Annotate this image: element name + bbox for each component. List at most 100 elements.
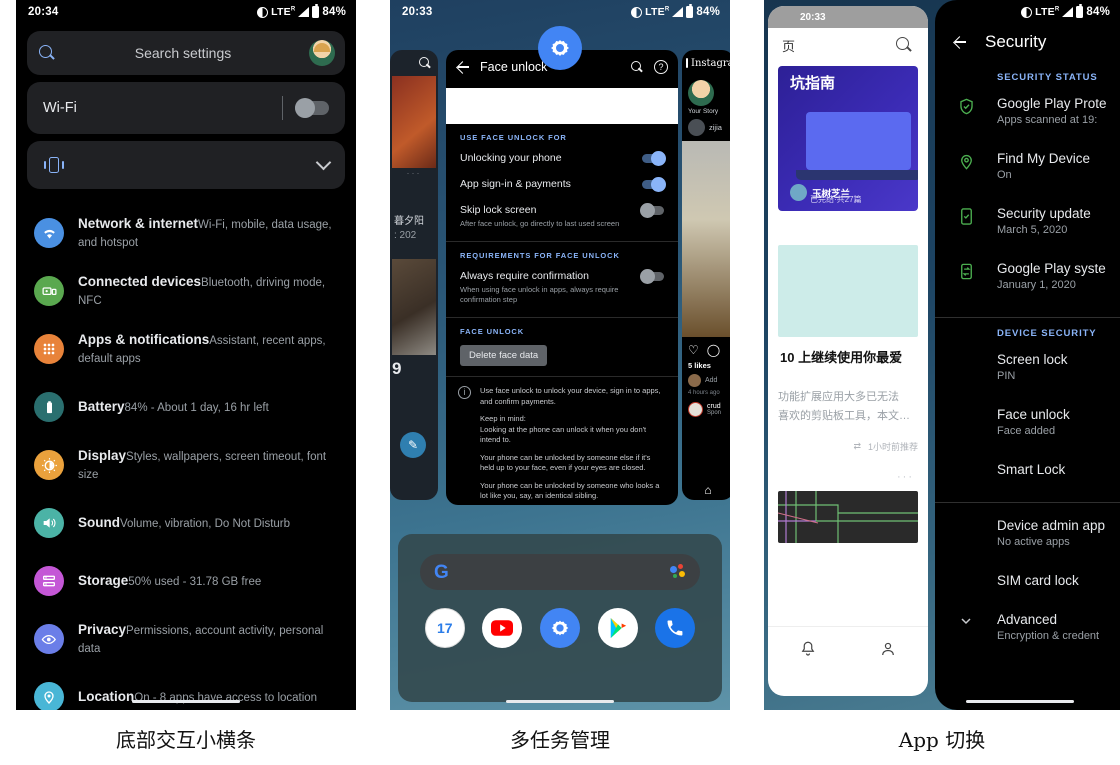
- settings-row[interactable]: DisplayStyles, wallpapers, screen timeou…: [16, 436, 356, 494]
- row-toggle[interactable]: [642, 177, 666, 192]
- settings-row[interactable]: LocationOn - 8 apps have access to locat…: [16, 668, 356, 710]
- youtube-app-icon[interactable]: [482, 608, 523, 648]
- search-settings-card[interactable]: Search settings: [27, 31, 345, 75]
- security-row[interactable]: Face unlock Face added: [935, 406, 1120, 461]
- face-unlock-row[interactable]: Unlocking your phone: [460, 151, 666, 166]
- settings-app-icon[interactable]: [538, 26, 582, 70]
- security-row-subtitle: On: [997, 169, 1012, 181]
- chevron-down-icon[interactable]: [315, 154, 332, 171]
- background-app-card[interactable]: 20:33 页 坑指南 玉树芝兰 已完结·共27篇 10 上继续使用你最爱 功能…: [768, 6, 928, 696]
- status-bar: 20:33: [768, 6, 928, 28]
- security-row-title: Screen lock: [997, 352, 1068, 367]
- security-row[interactable]: Screen lock PIN: [935, 351, 1120, 406]
- avatar[interactable]: [309, 40, 335, 66]
- gesture-home-bar[interactable]: [966, 699, 1075, 703]
- wifi-card[interactable]: Wi-Fi: [27, 82, 345, 134]
- security-row[interactable]: Smart Lock: [935, 461, 1120, 500]
- settings-row[interactable]: Connected devicesBluetooth, driving mode…: [16, 262, 356, 320]
- security-row[interactable]: Advanced Encryption & credent: [935, 611, 1120, 666]
- security-row[interactable]: Google Play Prote Apps scanned at 19:: [935, 95, 1120, 150]
- play-store-app-icon[interactable]: [597, 608, 638, 648]
- home-screen-area: G 17: [398, 534, 722, 702]
- dnd-icon: [631, 6, 643, 18]
- privacy-eye-icon: [34, 624, 64, 654]
- more-options-icon[interactable]: ···: [768, 471, 914, 483]
- row-title: Always require confirmation: [460, 270, 589, 282]
- face-unlock-row[interactable]: App sign-in & payments: [460, 177, 666, 192]
- vibration-card[interactable]: [27, 141, 345, 189]
- settings-row-title: Privacy: [78, 622, 127, 637]
- no-icon: [935, 517, 997, 519]
- security-row[interactable]: Find My Device On: [935, 150, 1120, 205]
- settings-row[interactable]: PrivacyPermissions, account activity, pe…: [16, 610, 356, 668]
- comment-icon[interactable]: ◯: [707, 343, 720, 357]
- avatar: [790, 184, 807, 201]
- security-row-title: Security update: [997, 206, 1091, 221]
- settings-row[interactable]: Apps & notificationsAssistant, recent ap…: [16, 320, 356, 378]
- settings-row[interactable]: Storage50% used - 31.78 GB free: [16, 552, 356, 610]
- no-icon: [935, 406, 997, 408]
- calendar-app-icon[interactable]: 17: [424, 608, 465, 648]
- info-icon: i: [458, 386, 471, 399]
- page-title: Security: [985, 32, 1047, 51]
- avatar[interactable]: [688, 119, 705, 136]
- security-row-subtitle: Encryption & credent: [997, 630, 1100, 642]
- search-icon[interactable]: [894, 35, 914, 55]
- settings-list: Network & internetWi-Fi, mobile, data us…: [16, 196, 356, 710]
- status-time: 20:34: [28, 6, 59, 18]
- network-type-label: LTER: [645, 6, 670, 18]
- wifi-toggle[interactable]: [295, 98, 329, 118]
- app-search-bar[interactable]: 页: [768, 28, 928, 62]
- gesture-home-bar[interactable]: [132, 699, 240, 703]
- sponsor-name: crud: [707, 403, 721, 410]
- security-row[interactable]: SIM card lock: [935, 572, 1120, 611]
- speaker-icon: [34, 508, 64, 538]
- row-toggle[interactable]: [640, 269, 664, 284]
- face-unlock-row[interactable]: Always require confirmation When using fa…: [460, 269, 664, 305]
- settings-row-title: Connected devices: [78, 274, 202, 289]
- face-unlock-section: REQUIREMENTS FOR FACE UNLOCK Always requi…: [446, 241, 678, 317]
- person-icon[interactable]: [879, 640, 897, 658]
- face-unlock-row[interactable]: Skip lock screen After face unlock, go di…: [460, 203, 664, 229]
- search-icon: [418, 56, 432, 70]
- battery-percent: 84%: [322, 6, 346, 18]
- gesture-home-bar[interactable]: [506, 699, 614, 703]
- edit-pencil-icon[interactable]: ✎: [400, 432, 426, 458]
- settings-row[interactable]: Battery84% - About 1 day, 16 hr left: [16, 378, 356, 436]
- security-row-title: Google Play syste: [997, 261, 1106, 276]
- banner-card[interactable]: 坑指南 玉树芝兰 已完结·共27篇: [778, 66, 918, 211]
- settings-row-title: Display: [78, 448, 127, 463]
- content-placeholder: [778, 245, 918, 337]
- help-icon[interactable]: ?: [654, 60, 668, 74]
- search-icon[interactable]: [630, 60, 644, 74]
- settings-row[interactable]: Network & internetWi-Fi, mobile, data us…: [16, 204, 356, 262]
- security-row[interactable]: Google Play syste January 1, 2020: [935, 260, 1120, 315]
- row-toggle[interactable]: [642, 151, 666, 166]
- bell-icon[interactable]: [799, 640, 817, 658]
- security-row-title: Device admin app: [997, 518, 1106, 533]
- google-search-bar[interactable]: G: [420, 554, 700, 590]
- recent-card-left[interactable]: ··· 暮夕阳 : 202 9 ✎: [390, 50, 438, 500]
- info-paragraph: Your phone can be unlocked by someone wh…: [480, 480, 660, 501]
- recent-card-instagram[interactable]: Instagram Your Story zijia ♡ ◯ 5 likes A…: [682, 50, 730, 500]
- back-arrow-icon[interactable]: [456, 60, 470, 74]
- security-row[interactable]: Security update March 5, 2020: [935, 205, 1120, 260]
- row-toggle[interactable]: [640, 203, 664, 218]
- home-icon[interactable]: ⌂: [682, 480, 730, 500]
- recent-card-face-unlock[interactable]: Face unlock ? USE FACE UNLOCK FOR Unlocki…: [446, 50, 678, 505]
- search-input[interactable]: Search settings: [27, 31, 345, 75]
- back-arrow-icon[interactable]: [953, 35, 967, 49]
- assistant-icon[interactable]: [670, 564, 686, 580]
- delete-face-data-button[interactable]: Delete face data: [460, 345, 548, 366]
- avatar[interactable]: [688, 80, 714, 106]
- phone-app-icon[interactable]: [655, 608, 696, 648]
- settings-row[interactable]: SoundVolume, vibration, Do Not Disturb: [16, 494, 356, 552]
- security-settings-sheet: LTER 84% Security SECURITY STATUS Google …: [935, 0, 1120, 710]
- like-icon[interactable]: ♡: [688, 343, 699, 357]
- banner-meta: 已完结·共27篇: [810, 195, 862, 204]
- settings-row-title: Battery: [78, 399, 125, 414]
- security-row[interactable]: Device admin app No active apps: [935, 517, 1120, 572]
- row-title: App sign-in & payments: [460, 178, 571, 190]
- divider: [282, 96, 283, 120]
- settings-app-icon[interactable]: [539, 608, 580, 648]
